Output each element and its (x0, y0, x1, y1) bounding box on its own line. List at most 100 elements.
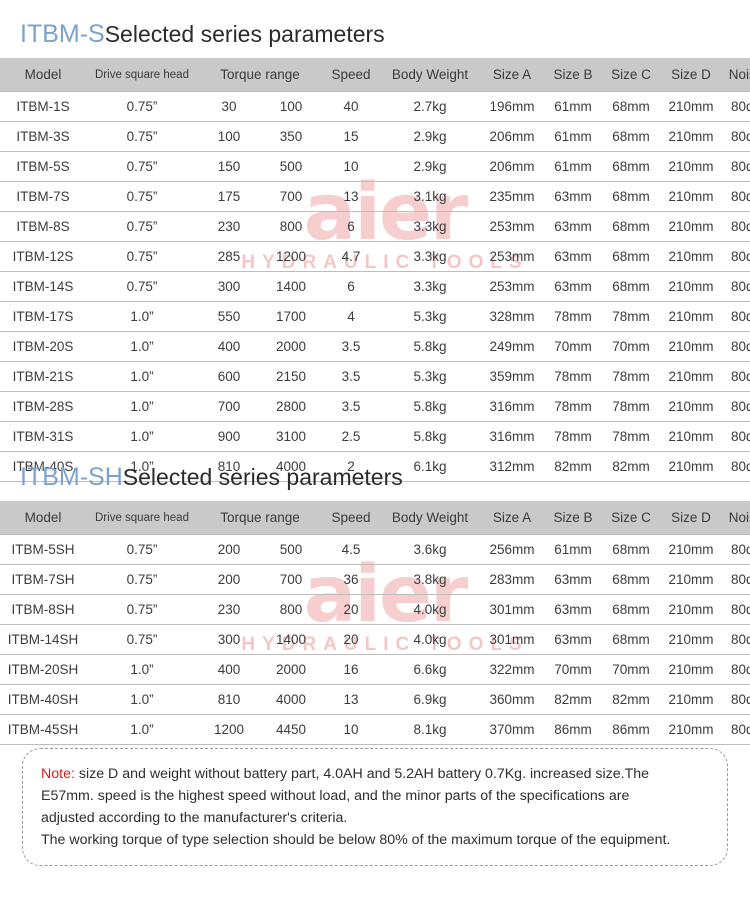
cell-torque-max: 4450 (260, 714, 322, 745)
cell-speed: 40 (322, 91, 380, 122)
cell-size-b: 63mm (544, 181, 602, 212)
cell-size-d: 210mm (660, 91, 722, 122)
cell-body-weight: 2.7kg (380, 91, 480, 122)
table-row: ITBM-1S 0.75” 30 100 40 2.7kg 196mm 61mm 68mm 210… (0, 91, 750, 122)
cell-size-a: 256mm (480, 534, 544, 565)
cell-drive-square-head: 1.0” (86, 301, 198, 332)
cell-size-c: 78mm (602, 361, 660, 392)
col-header-size-c: Size C (611, 67, 651, 82)
cell-size-a: 206mm (480, 151, 544, 182)
cell-size-c: 68mm (602, 151, 660, 182)
cell-size-d: 210mm (660, 361, 722, 392)
cell-model: ITBM-17S (0, 301, 86, 332)
cell-noise: 80db (722, 534, 750, 565)
cell-size-b: 78mm (544, 361, 602, 392)
cell-size-c: 68mm (602, 91, 660, 122)
cell-body-weight: 2.9kg (380, 151, 480, 182)
col-header-body-weight: Body Weight (391, 67, 469, 82)
cell-body-weight: 3.6kg (380, 534, 480, 565)
cell-model: ITBM-40SH (0, 684, 86, 715)
cell-torque-min: 900 (198, 421, 260, 452)
cell-noise: 80db (722, 714, 750, 745)
cell-size-d: 210mm (660, 714, 722, 745)
cell-torque-min: 230 (198, 594, 260, 625)
cell-body-weight: 4.0kg (380, 594, 480, 625)
cell-size-c: 68mm (602, 181, 660, 212)
cell-speed: 3.5 (322, 331, 380, 362)
cell-torque-max: 800 (260, 594, 322, 625)
cell-torque-min: 100 (198, 121, 260, 152)
cell-model: ITBM-20SH (0, 654, 86, 685)
cell-size-b: 63mm (544, 241, 602, 272)
cell-model: ITBM-12S (0, 241, 86, 272)
cell-model: ITBM-8S (0, 211, 86, 242)
cell-speed: 36 (322, 564, 380, 595)
cell-size-d: 210mm (660, 684, 722, 715)
cell-drive-square-head: 0.75” (86, 211, 198, 242)
cell-speed: 20 (322, 594, 380, 625)
cell-drive-square-head: 1.0” (86, 654, 198, 685)
cell-size-b: 63mm (544, 271, 602, 302)
cell-drive-square-head: 0.75” (86, 121, 198, 152)
cell-body-weight: 5.3kg (380, 361, 480, 392)
cell-size-c: 68mm (602, 121, 660, 152)
section-title-itbm-sh: ITBM-SHSelected series parameters (20, 463, 403, 492)
cell-noise: 80db (722, 684, 750, 715)
cell-torque-max: 2000 (260, 331, 322, 362)
section-title-model: ITBM-S (20, 20, 105, 48)
cell-speed: 20 (322, 624, 380, 655)
cell-model: ITBM-1S (0, 91, 86, 122)
cell-size-c: 70mm (602, 331, 660, 362)
cell-size-b: 78mm (544, 421, 602, 452)
cell-model: ITBM-7S (0, 181, 86, 212)
cell-size-d: 210mm (660, 391, 722, 422)
cell-size-c: 68mm (602, 624, 660, 655)
cell-noise: 80db (722, 451, 750, 482)
cell-noise: 80db (722, 181, 750, 212)
col-header-size-d: Size D (671, 510, 711, 525)
cell-model: ITBM-5S (0, 151, 86, 182)
cell-noise: 80db (722, 301, 750, 332)
table-row: ITBM-31S 1.0” 900 3100 2.5 5.8kg 316mm 78mm 78mm… (0, 421, 750, 452)
cell-size-c: 68mm (602, 534, 660, 565)
cell-size-a: 283mm (480, 564, 544, 595)
cell-model: ITBM-45SH (0, 714, 86, 745)
cell-speed: 15 (322, 121, 380, 152)
cell-size-b: 61mm (544, 534, 602, 565)
table-row: ITBM-8S 0.75” 230 800 6 3.3kg 253mm 63mm 68mm 210… (0, 211, 750, 242)
cell-drive-square-head: 0.75” (86, 624, 198, 655)
cell-size-a: 206mm (480, 121, 544, 152)
cell-speed: 4.5 (322, 534, 380, 565)
spec-sheet: aier HYDRAULIC TOOLS aier HYDRAULIC TOOL… (0, 0, 750, 913)
cell-size-b: 82mm (544, 451, 602, 482)
cell-size-c: 82mm (602, 451, 660, 482)
cell-torque-min: 200 (198, 564, 260, 595)
note-line-3: adjusted according to the manufacturer's… (41, 810, 348, 826)
col-header-size-a: Size A (492, 67, 532, 82)
cell-size-a: 316mm (480, 391, 544, 422)
table-header-row: Model Drive square head Torque range Spe… (0, 58, 750, 92)
cell-torque-max: 350 (260, 121, 322, 152)
cell-size-b: 61mm (544, 151, 602, 182)
cell-model: ITBM-14S (0, 271, 86, 302)
cell-noise: 80db (722, 391, 750, 422)
cell-size-d: 210mm (660, 301, 722, 332)
cell-body-weight: 3.3kg (380, 241, 480, 272)
cell-speed: 4.7 (322, 241, 380, 272)
cell-size-a: 301mm (480, 594, 544, 625)
table-itbm-sh: Model Drive square head Torque range Spe… (0, 501, 750, 745)
note-line-1: Note: size D and weight without battery … (41, 763, 709, 785)
cell-speed: 10 (322, 714, 380, 745)
cell-torque-max: 1700 (260, 301, 322, 332)
table-row: ITBM-14S 0.75” 300 1400 6 3.3kg 253mm 63mm 68mm 2… (0, 271, 750, 302)
cell-model: ITBM-8SH (0, 594, 86, 625)
cell-size-c: 78mm (602, 391, 660, 422)
cell-speed: 13 (322, 181, 380, 212)
cell-model: ITBM-7SH (0, 564, 86, 595)
cell-torque-max: 2150 (260, 361, 322, 392)
cell-size-d: 210mm (660, 421, 722, 452)
table-row: ITBM-7SH 0.75” 200 700 36 3.8kg 283mm 63mm 68mm 2… (0, 564, 750, 595)
cell-model: ITBM-5SH (0, 534, 86, 565)
cell-size-a: 328mm (480, 301, 544, 332)
cell-body-weight: 5.8kg (380, 421, 480, 452)
